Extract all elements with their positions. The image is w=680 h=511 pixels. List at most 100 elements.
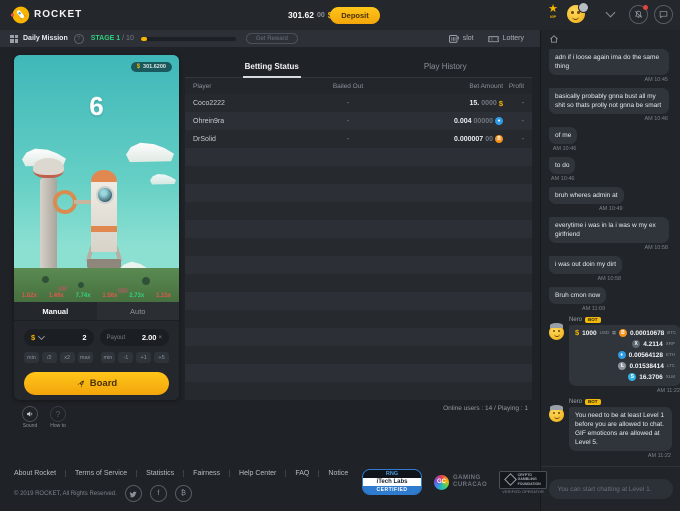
howto-button[interactable]: ? How to bbox=[50, 406, 66, 429]
player-name: Coco2222 bbox=[193, 99, 225, 107]
nav-lottery[interactable]: Lottery bbox=[487, 35, 524, 43]
payout-suffix: × bbox=[158, 334, 162, 341]
tab-play-history[interactable]: Play History bbox=[359, 55, 533, 77]
footer-link[interactable]: FAQ bbox=[286, 470, 320, 477]
get-reward-button[interactable]: Get Reward bbox=[245, 33, 298, 44]
bet-amount-field[interactable]: $ 2 bbox=[24, 329, 94, 346]
chat-message-bot: Nero BOT You need to be at least Level 1 b… bbox=[549, 398, 672, 463]
messages-icon[interactable] bbox=[654, 5, 673, 24]
chat-input[interactable] bbox=[548, 479, 673, 499]
tab-auto[interactable]: Auto bbox=[97, 302, 180, 320]
column-header: Bet Amount bbox=[469, 82, 503, 90]
table-row-empty bbox=[185, 256, 532, 274]
notifications-bell-icon[interactable] bbox=[629, 5, 648, 24]
message-timestamp: AM 11:22 bbox=[647, 453, 671, 459]
bet-currency-select[interactable]: $ bbox=[31, 333, 35, 342]
message-timestamp: AM 10:45 bbox=[644, 76, 668, 83]
chat-header bbox=[541, 30, 680, 47]
rate-value: 0.01538414 bbox=[629, 362, 664, 370]
chat-bubble: Bruh cmon now bbox=[549, 286, 607, 304]
message-timestamp: AM 11:09 bbox=[582, 305, 606, 312]
ltc-coin-icon: Ł bbox=[618, 362, 627, 371]
chat-messages: whats the hold up broskiAM 10:42bunch of… bbox=[541, 47, 680, 466]
footer-link[interactable]: Terms of Service bbox=[66, 470, 138, 477]
footer-link[interactable]: Fairness bbox=[184, 470, 231, 477]
message-timestamp: AM 10:49 bbox=[598, 206, 623, 213]
table-body: Coco2222 - 15. 0000 $ - Ohrein9ra - 0.004 00000 ♦ -… bbox=[185, 94, 532, 400]
tab-manual[interactable]: Manual bbox=[14, 302, 97, 320]
game-panel: 6 $ 301.6200 1.02x 1.49x 7.74x 1.56x 2.73x 1.… bbox=[14, 55, 179, 400]
table-row-empty bbox=[185, 166, 532, 184]
nav-slot[interactable]: slot bbox=[448, 34, 474, 43]
column-header: Profit bbox=[508, 82, 524, 90]
user-cluster: ★ VIP bbox=[543, 2, 675, 27]
bot-avatar-icon bbox=[549, 322, 564, 340]
message-timestamp: AM 10:46 bbox=[644, 115, 668, 122]
footer-link[interactable]: Statistics bbox=[137, 470, 185, 477]
currency-chevron-down-icon bbox=[38, 332, 46, 341]
question-icon: ? bbox=[50, 406, 66, 422]
rate-value: 0.00564128 bbox=[628, 351, 663, 359]
user-avatar[interactable] bbox=[567, 2, 589, 23]
board-button[interactable]: Board bbox=[24, 372, 169, 395]
cloud bbox=[150, 173, 176, 185]
board-rocket-icon bbox=[77, 380, 84, 388]
jackpot-amount: 301.6200 bbox=[143, 64, 166, 70]
bet-amount-bright: 0.000007 bbox=[454, 135, 484, 143]
eth-coin-icon: ♦ bbox=[495, 117, 503, 125]
rocket-logo-icon[interactable] bbox=[10, 5, 30, 25]
chat-bubble: to do bbox=[549, 157, 576, 175]
footer-link[interactable]: Help Center bbox=[230, 470, 287, 477]
quick-button[interactable]: /2 bbox=[41, 352, 57, 363]
vip-star-icon[interactable]: ★ VIP bbox=[545, 4, 561, 20]
multiplier-chip: 2.73x bbox=[129, 293, 145, 299]
footer-link[interactable]: About Rocket bbox=[14, 470, 67, 477]
sound-toggle[interactable]: Sound bbox=[22, 406, 38, 429]
table-row-empty bbox=[185, 238, 532, 256]
deposit-button[interactable]: Deposit bbox=[330, 7, 380, 24]
usd-coin-icon: $ bbox=[575, 327, 580, 337]
rate-row: Ł 0.01538414 LTC bbox=[575, 361, 675, 372]
bitcoin-icon[interactable]: ₿ bbox=[174, 485, 192, 502]
table-row: Coco2222 - 15. 0000 $ - bbox=[185, 94, 532, 112]
quick-button[interactable]: min bbox=[100, 352, 116, 363]
quick-button[interactable]: +1 bbox=[136, 352, 152, 363]
message-timestamp: AM 10:46 bbox=[550, 176, 575, 183]
bet-quick-buttons: min/2 x2 max bbox=[24, 352, 93, 363]
bet-amount-dim: 0000 bbox=[481, 99, 497, 107]
table-row: DrSolid - 0.000007 00 B - bbox=[185, 130, 532, 148]
bet-amount-bright: 0.004 bbox=[454, 117, 472, 125]
betting-board: Betting Status Play History Player Bailed… bbox=[185, 55, 532, 412]
rate-value: 4.2114 bbox=[643, 340, 663, 348]
home-icon[interactable] bbox=[549, 34, 559, 44]
chat-message: everytime i was in la i was w my ex girl… bbox=[549, 217, 672, 255]
table-row-empty bbox=[185, 310, 532, 328]
quick-button[interactable]: min bbox=[24, 352, 39, 363]
facebook-icon[interactable]: f bbox=[149, 485, 167, 502]
cloud bbox=[126, 142, 174, 163]
quick-button[interactable]: max bbox=[77, 352, 93, 363]
table-row: Ohrein9ra - 0.004 00000 ♦ - bbox=[185, 112, 532, 130]
profit-value: - bbox=[521, 135, 524, 143]
footer-link[interactable]: Notice bbox=[319, 470, 357, 477]
tab-betting-status[interactable]: Betting Status bbox=[185, 55, 359, 77]
quick-button[interactable]: x2 bbox=[59, 352, 75, 363]
chat-bubble: i was out doin my dirt bbox=[549, 256, 623, 274]
quick-button[interactable]: +5 bbox=[154, 352, 169, 363]
twitter-icon[interactable] bbox=[124, 485, 142, 502]
crypto-gambling-foundation-badge[interactable]: CRYPTO GAMBLING FOUNDATION VERIFIED OPER… bbox=[499, 470, 548, 494]
daily-mission-label[interactable]: Daily Mission bbox=[23, 35, 68, 42]
multiplier-chip: 1.56x bbox=[102, 293, 118, 299]
quick-button[interactable]: -1 bbox=[118, 352, 134, 363]
table-row-empty bbox=[185, 220, 532, 238]
payout-field[interactable]: Payout 2.00 × bbox=[99, 329, 169, 346]
account-chevron-down-icon[interactable] bbox=[605, 7, 616, 18]
chat-bubble: basically probably gnna bust all my shit… bbox=[549, 87, 669, 114]
sound-label: Sound bbox=[22, 423, 38, 429]
lottery-ticket-icon bbox=[487, 35, 499, 42]
info-icon[interactable]: ? bbox=[73, 33, 84, 44]
itech-labs-badge[interactable]: RNG iTech Labs CERTIFIED bbox=[362, 469, 422, 495]
gaming-curacao-badge[interactable]: GC GAMING CURACAO bbox=[434, 474, 487, 490]
btc-coin-icon: B bbox=[618, 329, 627, 338]
message-timestamp: AM 11:22 bbox=[656, 387, 680, 394]
